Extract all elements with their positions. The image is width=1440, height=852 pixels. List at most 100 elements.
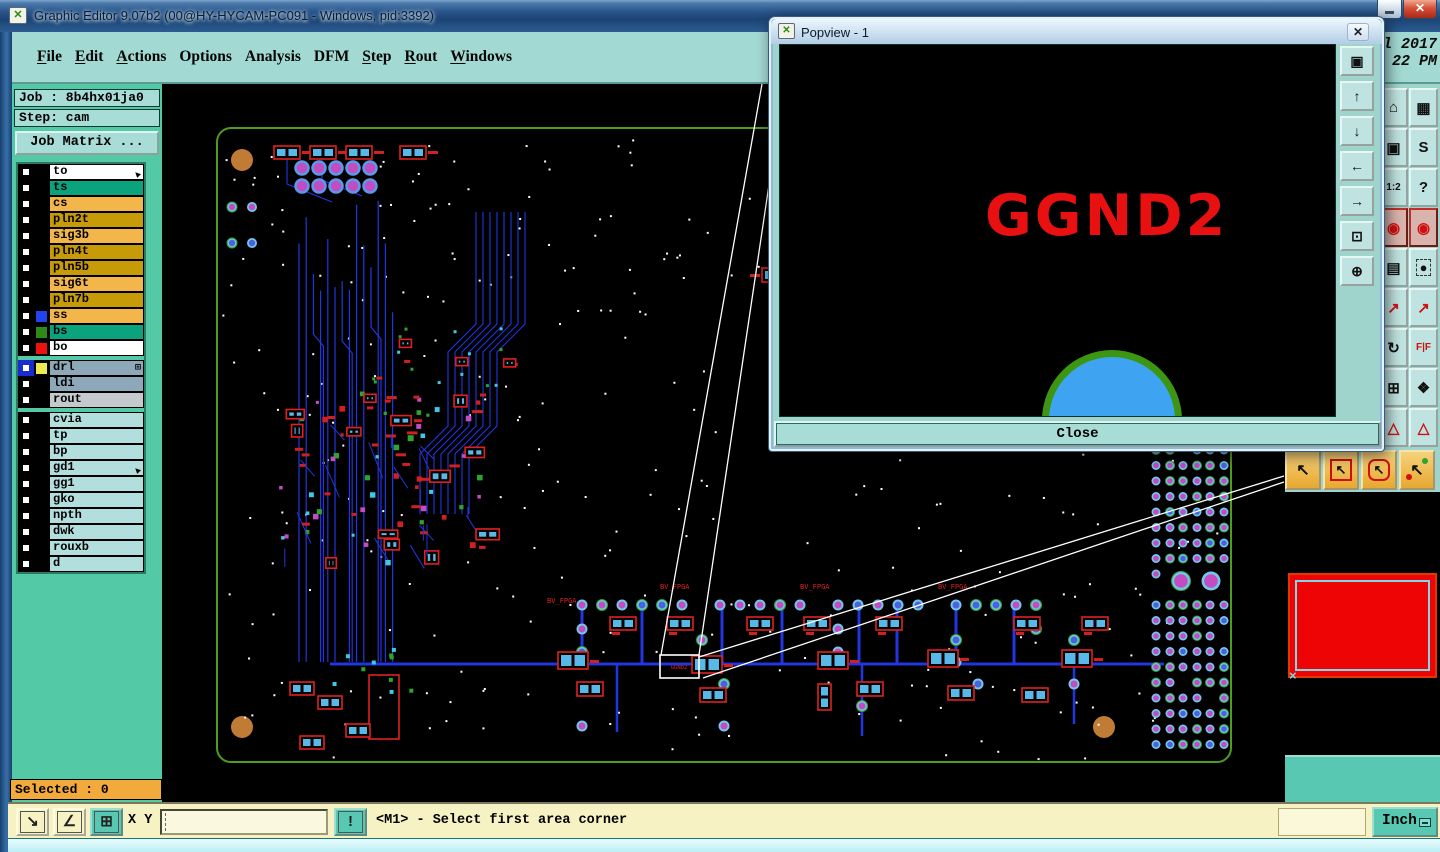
layer-checkbox[interactable] [18, 292, 34, 308]
layer-checkbox[interactable] [18, 212, 34, 228]
layer-name[interactable]: gko [49, 492, 144, 508]
layer-row-ss[interactable]: ss [18, 308, 144, 324]
layer-row-gg1[interactable]: gg1 [18, 476, 144, 492]
zoom-xy-window-button[interactable]: ▦ [1409, 88, 1438, 127]
layer-checkbox[interactable] [18, 444, 34, 460]
menu-item-actions[interactable]: Actions [116, 48, 166, 66]
layer-name[interactable]: ss [49, 308, 144, 324]
layer-name[interactable]: bp [49, 444, 144, 460]
layer-row-tp[interactable]: tp [18, 428, 144, 444]
layer-name[interactable]: gd1 ▶ [49, 460, 144, 476]
measure-2point-button[interactable]: ↗ [1409, 288, 1438, 327]
layer-name[interactable]: rout [49, 392, 144, 408]
layer-name[interactable]: sig6t [49, 276, 144, 292]
layer-name[interactable]: drl ⊞ [49, 360, 144, 376]
units-button[interactable]: Inch [1372, 807, 1438, 837]
layer-row-sig6t[interactable]: sig6t [18, 276, 144, 292]
layer-name[interactable]: rouxb [49, 540, 144, 556]
layer-name[interactable]: sig3b [49, 228, 144, 244]
layer-row-npth[interactable]: npth [18, 508, 144, 524]
layer-name[interactable]: npth [49, 508, 144, 524]
popview-titlebar[interactable]: ✕ Popview - 1 ✕ [771, 19, 1382, 44]
zoom-fit-button[interactable]: ⊡ [1340, 221, 1374, 251]
layer-checkbox[interactable] [18, 428, 34, 444]
layer-row-rout[interactable]: rout [18, 392, 144, 408]
layer-checkbox[interactable] [18, 244, 34, 260]
layer-checkbox[interactable] [18, 412, 34, 428]
layer-row-d[interactable]: d [18, 556, 144, 572]
layer-name[interactable]: cvia [49, 412, 144, 428]
pan-mode-button[interactable]: ↘ [16, 808, 49, 836]
layer-row-gd1[interactable]: gd1 ▶ [18, 460, 144, 476]
serpentine-button[interactable]: S [1409, 128, 1438, 167]
layer-name[interactable]: gg1 [49, 476, 144, 492]
layer-checkbox[interactable] [18, 228, 34, 244]
menu-item-windows[interactable]: Windows [450, 48, 512, 66]
pan-down-button[interactable]: ↓ [1340, 116, 1374, 146]
layer-row-bs[interactable]: bs [18, 324, 144, 340]
layer-name[interactable]: pln7b [49, 292, 144, 308]
menu-item-options[interactable]: Options [179, 48, 232, 66]
layer-name[interactable]: d [49, 556, 144, 572]
layer-checkbox[interactable] [18, 556, 34, 572]
job-matrix-button[interactable]: Job Matrix ... [15, 131, 159, 155]
layer-name[interactable]: bo [49, 340, 144, 356]
layer-row-cvia[interactable]: cvia [18, 412, 144, 428]
layer-row-drl[interactable]: drl ⊞ [18, 360, 144, 376]
layer-checkbox[interactable] [18, 476, 34, 492]
layer-checkbox[interactable] [18, 340, 34, 356]
layer-checkbox[interactable] [18, 324, 34, 340]
layer-row-ldi[interactable]: ldi [18, 376, 144, 392]
menu-item-rout[interactable]: Rout [405, 48, 438, 66]
layer-checkbox[interactable] [18, 276, 34, 292]
popview-close-icon[interactable]: ✕ [1347, 23, 1369, 41]
layer-checkbox[interactable] [18, 164, 34, 180]
mirror-ff-button[interactable]: F|F [1409, 328, 1438, 367]
layer-name[interactable]: cs [49, 196, 144, 212]
copy-view-button[interactable]: ▣ [1340, 46, 1374, 76]
layers-toggle-b-button[interactable]: ◉ [1409, 208, 1438, 247]
layer-name[interactable]: pln4t [49, 244, 144, 260]
menu-item-edit[interactable]: Edit [75, 48, 103, 66]
popview-canvas[interactable]: GGND2 [779, 44, 1336, 417]
select-single-button[interactable]: ↖ [1285, 450, 1321, 490]
select-frame-button[interactable]: ↖ [1323, 450, 1359, 490]
layer-name[interactable]: ldi [49, 376, 144, 392]
layer-checkbox[interactable] [18, 460, 34, 476]
menu-item-analysis[interactable]: Analysis [245, 48, 301, 66]
profile-b-button[interactable]: △ [1409, 408, 1438, 447]
menu-item-dfm[interactable]: DFM [314, 48, 349, 66]
layer-checkbox[interactable] [18, 180, 34, 196]
layer-name[interactable]: to ▶ [49, 164, 144, 180]
layer-name[interactable]: dwk [49, 524, 144, 540]
layer-row-cs[interactable]: cs [18, 196, 144, 212]
popview-close-button[interactable]: Close [774, 421, 1381, 447]
pan-right-button[interactable]: → [1340, 186, 1374, 216]
layer-row-rouxb[interactable]: rouxb [18, 540, 144, 556]
layer-checkbox[interactable] [18, 308, 34, 324]
layer-checkbox[interactable] [18, 524, 34, 540]
layer-row-pln2t[interactable]: pln2t [18, 212, 144, 228]
shapes-button[interactable]: ❖ [1409, 368, 1438, 407]
layer-checkbox[interactable] [18, 196, 34, 212]
help-button[interactable]: ? [1409, 168, 1438, 207]
layer-name[interactable]: tp [49, 428, 144, 444]
layer-row-bp[interactable]: bp [18, 444, 144, 460]
layer-row-bo[interactable]: bo [18, 340, 144, 356]
pan-left-button[interactable]: ← [1340, 151, 1374, 181]
layer-row-pln4t[interactable]: pln4t [18, 244, 144, 260]
pan-up-button[interactable]: ↑ [1340, 81, 1374, 111]
layer-checkbox[interactable] [18, 540, 34, 556]
layer-row-dwk[interactable]: dwk [18, 524, 144, 540]
alert-button[interactable]: ! [334, 808, 367, 836]
layer-checkbox[interactable] [18, 376, 34, 392]
layer-checkbox[interactable] [18, 260, 34, 276]
grid-mode-button[interactable]: ⊞ [90, 808, 123, 836]
layer-row-gko[interactable]: gko [18, 492, 144, 508]
close-button[interactable]: ✕ [1403, 0, 1437, 19]
pad-filter-button[interactable]: ● [1409, 248, 1438, 287]
layer-checkbox[interactable] [18, 360, 34, 376]
menu-item-step[interactable]: Step [362, 48, 391, 66]
select-net-button[interactable]: ↖ [1399, 450, 1435, 490]
select-poly-button[interactable]: ↖ [1361, 450, 1397, 490]
